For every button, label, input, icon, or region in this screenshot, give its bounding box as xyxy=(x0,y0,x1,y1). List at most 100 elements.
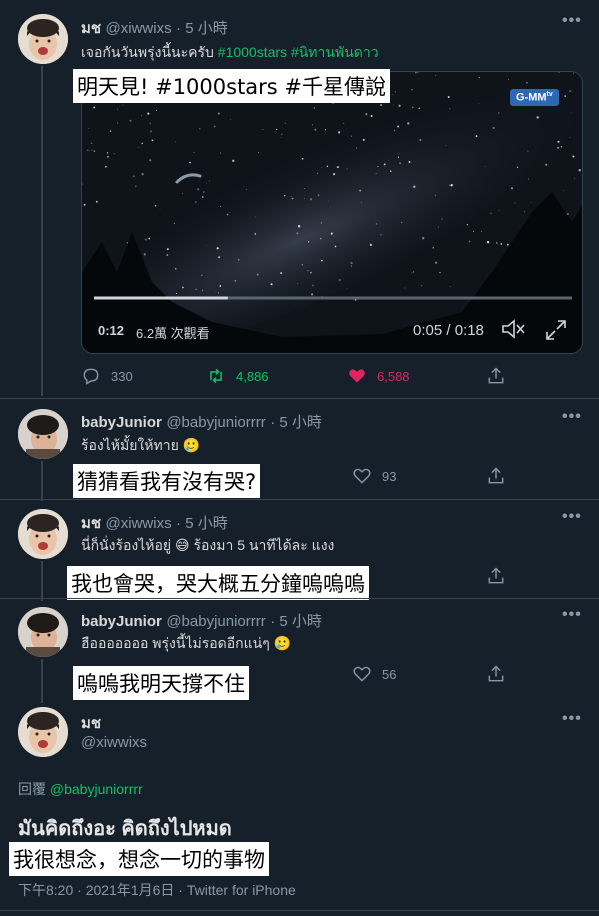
star xyxy=(473,230,475,232)
star xyxy=(149,159,152,162)
share-button[interactable] xyxy=(486,366,516,386)
like-button[interactable]: 6,588 xyxy=(347,366,410,386)
reply-button[interactable]: 330 xyxy=(81,366,133,386)
author-name[interactable]: มช xyxy=(81,20,101,37)
author-name[interactable]: babyJunior xyxy=(81,613,162,630)
star xyxy=(362,138,365,141)
star xyxy=(220,206,222,208)
avatar[interactable] xyxy=(18,509,68,559)
star xyxy=(117,108,118,110)
divider xyxy=(0,398,599,399)
star xyxy=(360,201,362,203)
tweet-time[interactable]: · 5 小時 xyxy=(270,613,322,630)
star xyxy=(411,88,413,91)
star xyxy=(336,166,339,169)
star xyxy=(408,161,411,163)
star xyxy=(510,187,514,190)
share-icon xyxy=(488,367,504,384)
star xyxy=(107,156,109,158)
author-handle[interactable]: @babyjuniorrrr xyxy=(166,414,265,431)
author-handle[interactable]: @xiwwixs xyxy=(106,20,172,37)
star xyxy=(262,129,264,131)
star xyxy=(194,201,197,203)
star xyxy=(507,243,509,246)
star xyxy=(205,245,207,246)
star xyxy=(478,76,481,79)
star xyxy=(208,180,210,182)
star xyxy=(572,155,575,158)
star xyxy=(297,283,299,285)
more-options-icon[interactable]: ••• xyxy=(562,12,582,30)
avatar[interactable] xyxy=(18,707,68,757)
star xyxy=(447,96,450,98)
subtitle-caption: 我也會哭，哭大概五分鐘嗚嗚嗚 xyxy=(67,566,369,600)
author-name[interactable]: มช xyxy=(81,711,101,735)
avatar[interactable] xyxy=(18,409,68,459)
tweet-text-main: เจอกันวันพรุ่งนี้นะครับ xyxy=(81,44,214,60)
author-name[interactable]: มช xyxy=(81,515,101,532)
retweet-button[interactable]: 4,886 xyxy=(206,366,269,386)
star xyxy=(296,232,299,235)
star xyxy=(219,285,222,287)
subtitle-caption: 猜猜看我有沒有哭? xyxy=(73,464,261,498)
star xyxy=(481,230,482,232)
star xyxy=(320,238,322,240)
like-button[interactable]: 56 xyxy=(352,664,396,684)
share-button[interactable] xyxy=(486,466,516,486)
author-handle[interactable]: @xiwwixs xyxy=(106,515,172,532)
star xyxy=(308,241,310,243)
star xyxy=(413,185,416,188)
reply-to-handle[interactable]: @babyjuniorrrr xyxy=(50,781,143,797)
author-handle[interactable]: @xiwwixs xyxy=(81,734,147,751)
tweet-time[interactable]: · 5 小時 xyxy=(270,414,322,431)
star xyxy=(217,112,220,115)
tweet-header: มช @xiwwixs · 5 小時 xyxy=(81,16,228,40)
star xyxy=(338,278,341,282)
hashtag[interactable]: #นิทานพันดาว xyxy=(291,44,379,60)
star xyxy=(141,142,143,145)
tweet-time[interactable]: · 5 小時 xyxy=(176,515,228,532)
avatar[interactable] xyxy=(18,607,68,657)
video-duration: 0:12 xyxy=(98,323,125,338)
heart-icon xyxy=(353,468,371,484)
star xyxy=(327,200,329,202)
star xyxy=(254,233,257,235)
star xyxy=(175,293,178,295)
tweet-timestamp[interactable]: 下午8:20 · 2021年1月6日 · Twitter for iPhone xyxy=(18,880,296,900)
tweet-time[interactable]: · 5 小時 xyxy=(176,20,228,37)
more-options-icon[interactable]: ••• xyxy=(562,508,582,526)
avatar[interactable] xyxy=(18,14,68,64)
star xyxy=(326,165,329,168)
share-button[interactable] xyxy=(486,664,516,684)
star xyxy=(104,165,107,168)
more-options-icon[interactable]: ••• xyxy=(562,606,582,624)
star xyxy=(321,167,323,168)
more-options-icon[interactable]: ••• xyxy=(562,408,582,426)
share-button[interactable] xyxy=(486,566,516,586)
star xyxy=(486,240,490,244)
hashtag[interactable]: #1000stars xyxy=(218,44,287,60)
thread-line xyxy=(41,66,43,396)
subtitle-caption: 明天見! #1000stars #千星傳說 xyxy=(73,69,391,103)
author-handle[interactable]: @babyjuniorrrr xyxy=(166,613,265,630)
star xyxy=(311,284,314,287)
star xyxy=(193,152,195,153)
video-player[interactable]: G-MMtv 0:12 6.2萬 次觀看 0:05 / 0:18 xyxy=(81,71,583,354)
star xyxy=(189,161,191,164)
like-button[interactable]: 93 xyxy=(352,466,396,486)
star xyxy=(166,254,169,256)
mute-icon[interactable] xyxy=(501,318,527,345)
star xyxy=(412,271,415,273)
star xyxy=(258,152,259,153)
more-options-icon[interactable]: ••• xyxy=(562,710,582,728)
fullscreen-icon[interactable] xyxy=(544,318,568,347)
main-tweet-text: มันคิดถึงอะ คิดถึงไปหมด xyxy=(18,818,232,840)
star xyxy=(201,274,203,277)
star xyxy=(536,116,539,119)
video-views: 6.2萬 次觀看 xyxy=(136,326,210,341)
author-name[interactable]: babyJunior xyxy=(81,414,162,431)
star xyxy=(284,195,286,197)
star xyxy=(415,72,417,74)
thread-line xyxy=(41,659,43,703)
star xyxy=(350,135,353,137)
